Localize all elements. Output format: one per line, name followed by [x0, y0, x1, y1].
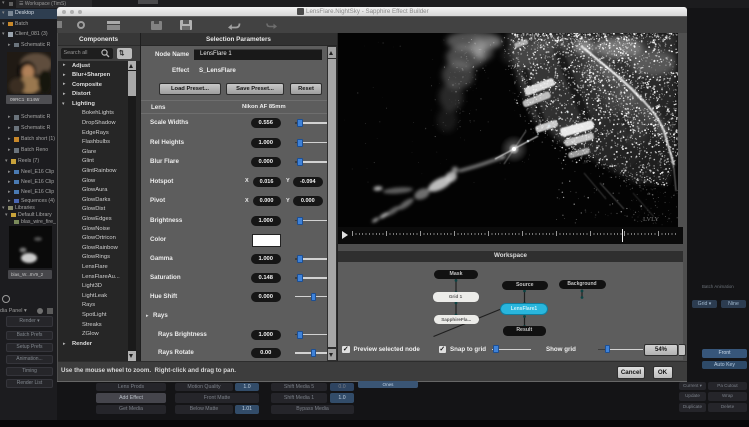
svg-text:LVLY: LVLY [643, 216, 659, 223]
